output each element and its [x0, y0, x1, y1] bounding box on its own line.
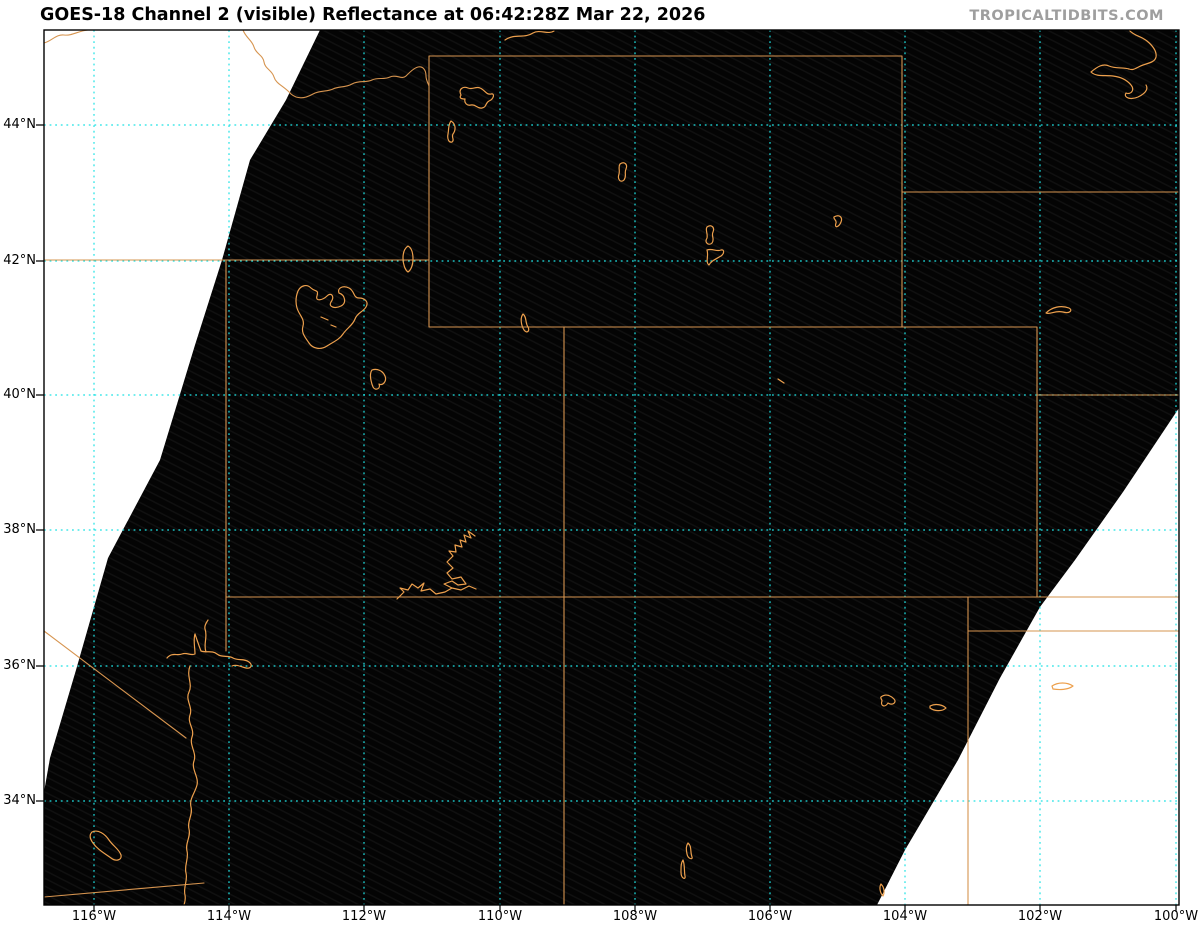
map-plot [36, 29, 1180, 912]
y-tick-label: 34°N [3, 793, 36, 808]
x-tick-label: 100°W [1153, 909, 1199, 924]
y-axis-ticks [36, 124, 44, 802]
figure-root: GOES-18 Channel 2 (visible) Reflectance … [0, 0, 1200, 929]
y-tick-label: 36°N [3, 658, 36, 673]
x-tick-label: 116°W [71, 909, 117, 924]
x-tick-label: 102°W [1017, 909, 1063, 924]
y-tick-label: 42°N [3, 253, 36, 268]
y-tick-label: 38°N [3, 522, 36, 537]
x-tick-label: 106°W [747, 909, 793, 924]
x-tick-label: 104°W [882, 909, 928, 924]
y-tick-label: 40°N [3, 387, 36, 402]
x-tick-label: 110°W [477, 909, 523, 924]
y-tick-label: 44°N [3, 117, 36, 132]
x-tick-label: 108°W [612, 909, 658, 924]
x-tick-label: 112°W [341, 909, 387, 924]
x-tick-label: 114°W [206, 909, 252, 924]
